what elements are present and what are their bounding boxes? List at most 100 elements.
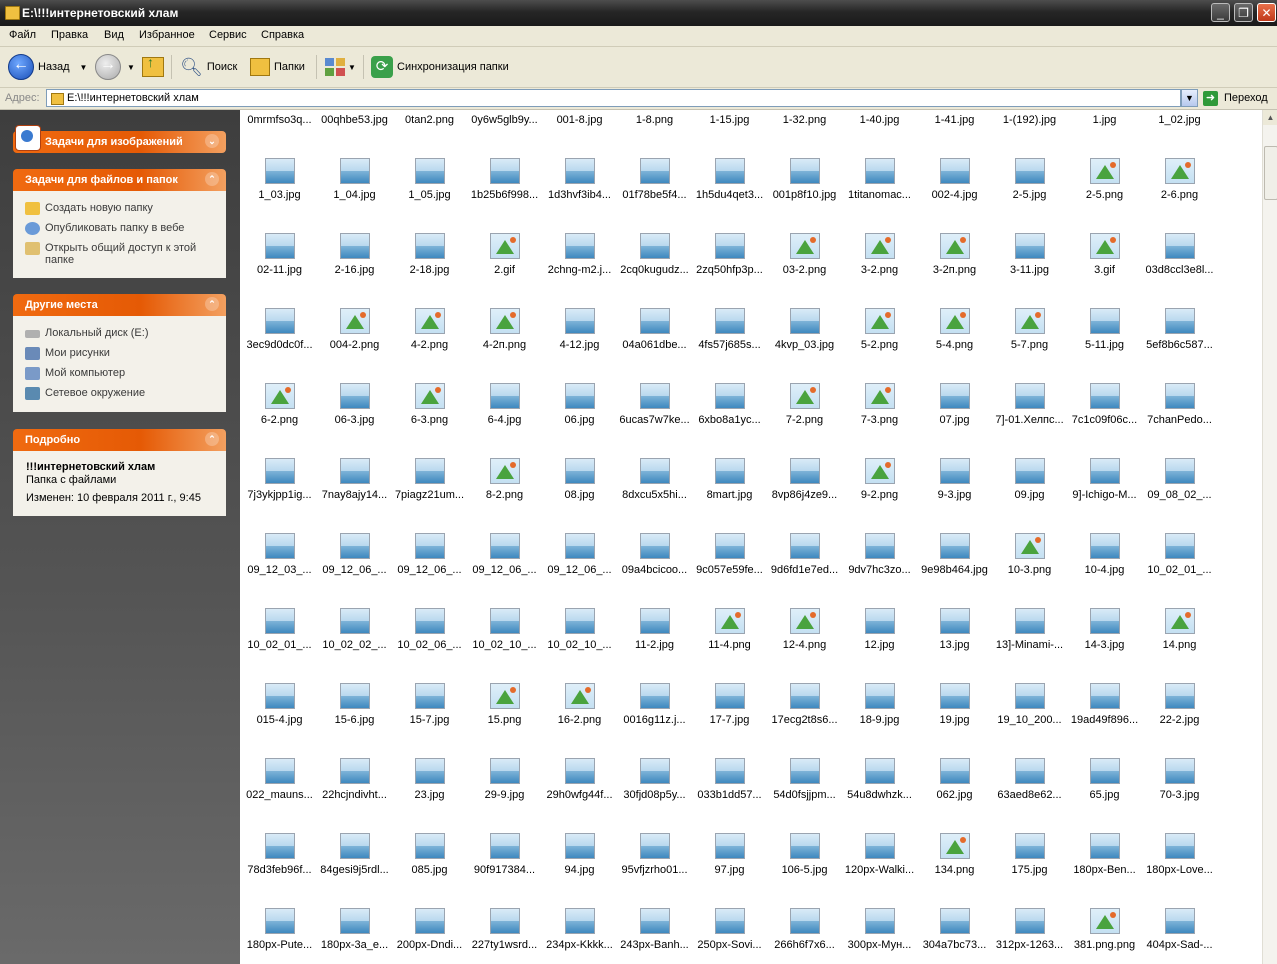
place-network[interactable]: Сетевое окружение: [25, 387, 215, 400]
task-publish-web[interactable]: Опубликовать папку в вебе: [25, 222, 215, 235]
file-item[interactable]: 10-4.jpg: [1067, 530, 1142, 605]
file-item[interactable]: 180px-Ben...: [1067, 830, 1142, 905]
file-item[interactable]: 304a7bc73...: [917, 905, 992, 964]
file-item[interactable]: 22hcjndivht...: [317, 755, 392, 830]
file-item[interactable]: 3-2п.png: [917, 230, 992, 305]
file-item[interactable]: 15.png: [467, 680, 542, 755]
file-item[interactable]: 54d0fsjjpm...: [767, 755, 842, 830]
file-item[interactable]: 10_02_10_...: [467, 605, 542, 680]
file-item[interactable]: 2zq50hfp3p...: [692, 230, 767, 305]
file-item[interactable]: 06-3.jpg: [317, 380, 392, 455]
file-item[interactable]: 6-4.jpg: [467, 380, 542, 455]
file-item[interactable]: 180px-Pute...: [242, 905, 317, 964]
file-item[interactable]: 004-2.png: [317, 305, 392, 380]
file-item[interactable]: 01f78be5f4...: [617, 155, 692, 230]
file-item[interactable]: 1_05.jpg: [392, 155, 467, 230]
file-item[interactable]: 2-5.jpg: [992, 155, 1067, 230]
forward-button[interactable]: ▼: [95, 53, 135, 81]
forward-dropdown-icon[interactable]: ▼: [127, 63, 135, 72]
file-item[interactable]: 4-12.jpg: [542, 305, 617, 380]
file-item[interactable]: 7nay8ajy14...: [317, 455, 392, 530]
file-item[interactable]: 19.jpg: [917, 680, 992, 755]
place-my-pictures[interactable]: Мои рисунки: [25, 347, 215, 360]
file-item[interactable]: 14.png: [1142, 605, 1217, 680]
file-item[interactable]: 6ucas7w7ke...: [617, 380, 692, 455]
file-item[interactable]: 250px-Sovi...: [692, 905, 767, 964]
file-item[interactable]: 12.jpg: [842, 605, 917, 680]
file-item[interactable]: 6-3.png: [392, 380, 467, 455]
minimize-button[interactable]: _: [1211, 3, 1230, 22]
file-item[interactable]: 09_12_06_...: [392, 530, 467, 605]
file-item[interactable]: 300px-Мун...: [842, 905, 917, 964]
address-input[interactable]: E:\!!!интернетовский хлам: [46, 89, 1181, 107]
file-item[interactable]: 70-3.jpg: [1142, 755, 1217, 830]
sync-folder-button[interactable]: ⟳ Синхронизация папки: [371, 53, 509, 81]
file-item[interactable]: 1b25b6f998...: [467, 155, 542, 230]
back-button[interactable]: Назад ▼: [8, 53, 87, 81]
file-item[interactable]: 19_10_200...: [992, 680, 1067, 755]
file-item[interactable]: 3ec9d0dc0f...: [242, 305, 317, 380]
file-item[interactable]: 9-2.png: [842, 455, 917, 530]
file-item[interactable]: 29-9.jpg: [467, 755, 542, 830]
file-item[interactable]: 3.gif: [1067, 230, 1142, 305]
scroll-thumb[interactable]: [1264, 146, 1277, 200]
file-item[interactable]: 7c1c09f06c...: [1067, 380, 1142, 455]
file-item[interactable]: 63aed8e62...: [992, 755, 1067, 830]
file-item[interactable]: 17ecg2t8s6...: [767, 680, 842, 755]
file-item[interactable]: 381.png.png: [1067, 905, 1142, 964]
chevron-up-icon[interactable]: ⌃: [205, 297, 219, 311]
close-button[interactable]: ✕: [1257, 3, 1276, 22]
file-item[interactable]: 180px-3a_e...: [317, 905, 392, 964]
file-item[interactable]: 09_12_06_...: [542, 530, 617, 605]
file-item[interactable]: 78d3feb96f...: [242, 830, 317, 905]
file-item[interactable]: 9d6fd1e7ed...: [767, 530, 842, 605]
file-item[interactable]: 085.jpg: [392, 830, 467, 905]
file-item[interactable]: 09_12_03_...: [242, 530, 317, 605]
file-item[interactable]: 07.jpg: [917, 380, 992, 455]
file-item[interactable]: 2-18.jpg: [392, 230, 467, 305]
file-item[interactable]: 9e98b464.jpg: [917, 530, 992, 605]
place-local-disk[interactable]: Локальный диск (E:): [25, 327, 215, 339]
file-item[interactable]: 11-4.png: [692, 605, 767, 680]
file-item[interactable]: 11-2.jpg: [617, 605, 692, 680]
file-item[interactable]: 015-4.jpg: [242, 680, 317, 755]
file-item[interactable]: 4-2п.png: [467, 305, 542, 380]
other-places-header[interactable]: Другие места ⌃: [13, 294, 226, 316]
file-item[interactable]: 23.jpg: [392, 755, 467, 830]
file-item[interactable]: 227ty1wsrd...: [467, 905, 542, 964]
chevron-down-icon[interactable]: ⌄: [205, 134, 219, 148]
file-item[interactable]: 022_mauns...: [242, 755, 317, 830]
file-item[interactable]: 001p8f10.jpg: [767, 155, 842, 230]
file-item[interactable]: 06.jpg: [542, 380, 617, 455]
file-item[interactable]: 19ad49f896...: [1067, 680, 1142, 755]
file-item[interactable]: 2-5.png: [1067, 155, 1142, 230]
file-item[interactable]: 5-11.jpg: [1067, 305, 1142, 380]
file-item[interactable]: 10_02_06_...: [392, 605, 467, 680]
file-item[interactable]: 04a061dbe...: [617, 305, 692, 380]
menu-edit[interactable]: Правка: [51, 29, 88, 41]
file-item[interactable]: 180px-Love...: [1142, 830, 1217, 905]
menu-file[interactable]: Файл: [9, 29, 36, 41]
file-item[interactable]: 12-4.png: [767, 605, 842, 680]
file-item[interactable]: 7]-01.Хелпс...: [992, 380, 1067, 455]
file-item[interactable]: 1_03.jpg: [242, 155, 317, 230]
file-item[interactable]: 95vfjzrho01...: [617, 830, 692, 905]
file-item[interactable]: 97.jpg: [692, 830, 767, 905]
file-item[interactable]: 02-11.jpg: [242, 230, 317, 305]
file-item[interactable]: 106-5.jpg: [767, 830, 842, 905]
file-item[interactable]: 6-2.png: [242, 380, 317, 455]
restore-button[interactable]: ❐: [1234, 3, 1253, 22]
file-item[interactable]: 1d3hvf3ib4...: [542, 155, 617, 230]
file-item[interactable]: 94.jpg: [542, 830, 617, 905]
file-item[interactable]: 10_02_01_...: [1142, 530, 1217, 605]
file-item[interactable]: 134.png: [917, 830, 992, 905]
file-item[interactable]: 7-2.png: [767, 380, 842, 455]
menu-tools[interactable]: Сервис: [209, 29, 247, 41]
file-item[interactable]: 03-2.png: [767, 230, 842, 305]
file-item[interactable]: 10_02_01_...: [242, 605, 317, 680]
scroll-up-arrow-icon[interactable]: ▲: [1263, 110, 1277, 125]
file-item[interactable]: 54u8dwhzk...: [842, 755, 917, 830]
go-button[interactable]: ➜ Переход: [1203, 89, 1268, 107]
file-item[interactable]: 2chng-m2.j...: [542, 230, 617, 305]
image-tasks-header[interactable]: Задачи для изображений ⌄: [13, 125, 226, 153]
